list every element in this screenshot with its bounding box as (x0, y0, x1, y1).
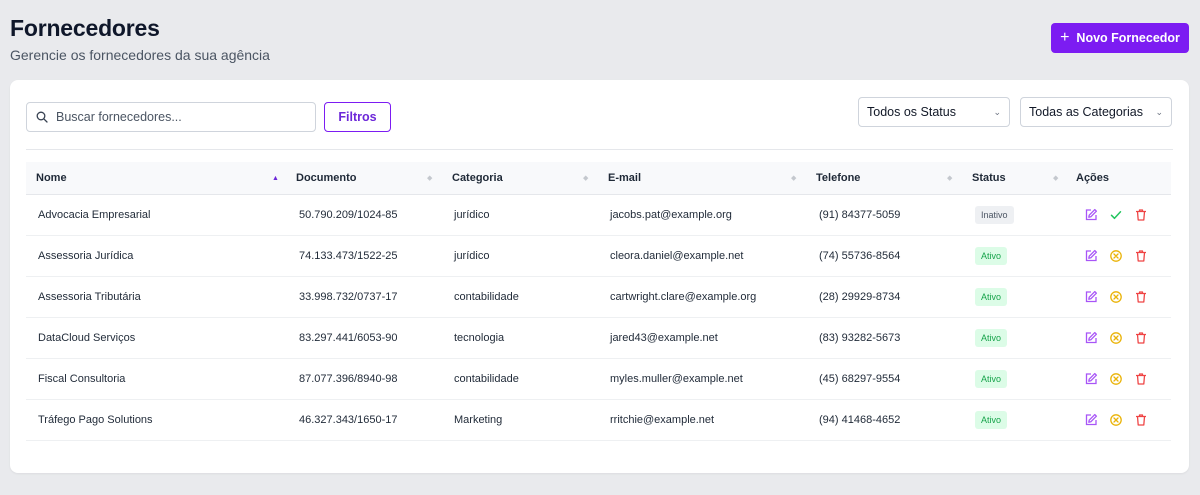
cell-category: jurídico (454, 209, 490, 221)
edit-icon[interactable] (1083, 248, 1099, 264)
sort-icon[interactable]: ◆ (791, 162, 796, 195)
table-row: Fiscal Consultoria 87.077.396/8940-98 co… (26, 359, 1171, 400)
edit-icon[interactable] (1083, 371, 1099, 387)
column-header-email[interactable]: E-mail (608, 162, 641, 195)
column-header-name[interactable]: Nome (36, 162, 67, 195)
x-circle-icon[interactable] (1108, 330, 1124, 346)
check-icon[interactable] (1108, 207, 1124, 223)
table-row: Advocacia Empresarial 50.790.209/1024-85… (26, 195, 1171, 236)
cell-category: contabilidade (454, 291, 519, 303)
column-header-document[interactable]: Documento (296, 162, 357, 195)
table-row: Tráfego Pago Solutions 46.327.343/1650-1… (26, 400, 1171, 441)
status-badge: Ativo (975, 288, 1008, 306)
sort-icon[interactable]: ◆ (947, 162, 952, 195)
sort-icon[interactable]: ◆ (427, 162, 432, 195)
trash-icon[interactable] (1133, 207, 1149, 223)
cell-phone: (91) 84377-5059 (819, 209, 901, 221)
edit-icon[interactable] (1083, 412, 1099, 428)
table-body: Advocacia Empresarial 50.790.209/1024-85… (26, 195, 1171, 441)
table-row: Assessoria Tributária 33.998.732/0737-17… (26, 277, 1171, 318)
page-title: Fornecedores (10, 15, 160, 41)
cell-name: Fiscal Consultoria (38, 373, 126, 385)
sort-icon[interactable]: ◆ (1053, 162, 1058, 195)
cell-email: myles.muller@example.net (610, 373, 743, 385)
x-circle-icon[interactable] (1108, 371, 1124, 387)
cell-document: 87.077.396/8940-98 (299, 373, 398, 385)
cell-category: Marketing (454, 414, 503, 426)
cell-document: 74.133.473/1522-25 (299, 250, 398, 262)
status-badge: Ativo (975, 411, 1008, 429)
column-header-phone[interactable]: Telefone (816, 162, 860, 195)
sort-asc-icon[interactable]: ▲ (272, 162, 279, 195)
filters-button[interactable]: Filtros (324, 102, 391, 132)
cell-category: tecnologia (454, 332, 505, 344)
cell-phone: (28) 29929-8734 (819, 291, 901, 303)
cell-name: DataCloud Serviços (38, 332, 136, 344)
status-badge: Ativo (975, 329, 1008, 347)
edit-icon[interactable] (1083, 330, 1099, 346)
cell-document: 83.297.441/6053-90 (299, 332, 398, 344)
sort-icon[interactable]: ◆ (583, 162, 588, 195)
category-select-value: Todas as Categorias (1029, 105, 1143, 119)
x-circle-icon[interactable] (1108, 289, 1124, 305)
page-header: Fornecedores Gerencie os fornecedores da… (10, 14, 270, 64)
cell-name: Tráfego Pago Solutions (38, 414, 153, 426)
cell-email: jacobs.pat@example.org (610, 209, 732, 221)
table-row: DataCloud Serviços 83.297.441/6053-90 te… (26, 318, 1171, 359)
cell-email: rritchie@example.net (610, 414, 715, 426)
trash-icon[interactable] (1133, 330, 1149, 346)
cell-document: 33.998.732/0737-17 (299, 291, 398, 303)
trash-icon[interactable] (1133, 289, 1149, 305)
edit-icon[interactable] (1083, 207, 1099, 223)
cell-category: contabilidade (454, 373, 519, 385)
search-input[interactable] (56, 110, 296, 124)
cell-phone: (83) 93282-5673 (819, 332, 901, 344)
page-subtitle: Gerencie os fornecedores da sua agência (10, 47, 270, 63)
table-row: Assessoria Jurídica 74.133.473/1522-25 j… (26, 236, 1171, 277)
cell-phone: (94) 41468-4652 (819, 414, 901, 426)
trash-icon[interactable] (1133, 248, 1149, 264)
divider (26, 149, 1173, 150)
column-header-status[interactable]: Status (972, 162, 1006, 195)
status-badge: Ativo (975, 370, 1008, 388)
chevron-down-icon: ⌄ (993, 106, 1001, 117)
cell-document: 46.327.343/1650-17 (299, 414, 398, 426)
cell-email: jared43@example.net (610, 332, 718, 344)
search-icon (36, 111, 48, 123)
cell-name: Assessoria Tributária (38, 291, 141, 303)
table-header: Nome ▲ Documento ◆ Categoria ◆ E-mail ◆ … (26, 162, 1171, 195)
new-supplier-label: Novo Fornecedor (1076, 31, 1180, 45)
status-badge: Ativo (975, 247, 1008, 265)
category-select[interactable]: Todas as Categorias ⌄ (1020, 97, 1172, 127)
trash-icon[interactable] (1133, 371, 1149, 387)
edit-icon[interactable] (1083, 289, 1099, 305)
x-circle-icon[interactable] (1108, 412, 1124, 428)
cell-email: cleora.daniel@example.net (610, 250, 744, 262)
cell-name: Assessoria Jurídica (38, 250, 134, 262)
chevron-down-icon: ⌄ (1155, 106, 1163, 117)
suppliers-table: Nome ▲ Documento ◆ Categoria ◆ E-mail ◆ … (26, 162, 1171, 441)
cell-name: Advocacia Empresarial (38, 209, 151, 221)
search-box[interactable] (26, 102, 316, 132)
cell-document: 50.790.209/1024-85 (299, 209, 398, 221)
cell-phone: (45) 68297-9554 (819, 373, 901, 385)
trash-icon[interactable] (1133, 412, 1149, 428)
plus-icon: + (1060, 29, 1070, 46)
status-select[interactable]: Todos os Status ⌄ (858, 97, 1010, 127)
column-header-category[interactable]: Categoria (452, 162, 503, 195)
status-badge: Inativo (975, 206, 1014, 224)
cell-category: jurídico (454, 250, 490, 262)
new-supplier-button[interactable]: + Novo Fornecedor (1051, 23, 1189, 53)
cell-email: cartwright.clare@example.org (610, 291, 757, 303)
status-select-value: Todos os Status (867, 105, 956, 119)
suppliers-card: Filtros Todos os Status ⌄ Todas as Categ… (10, 80, 1189, 473)
column-header-actions: Ações (1076, 172, 1110, 184)
cell-phone: (74) 55736-8564 (819, 250, 901, 262)
x-circle-icon[interactable] (1108, 248, 1124, 264)
